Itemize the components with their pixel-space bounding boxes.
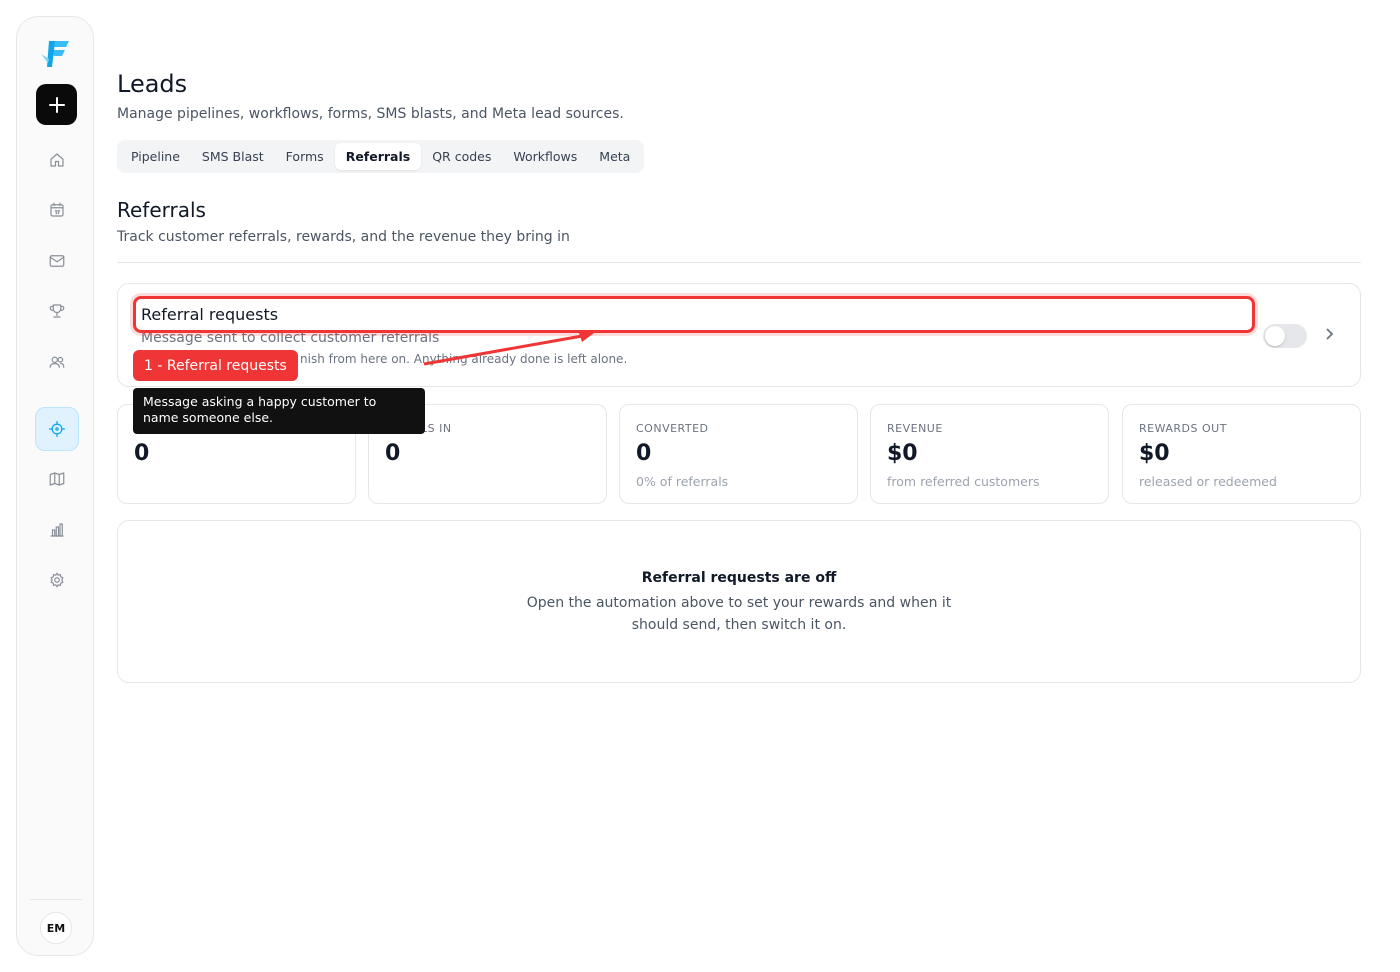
stat-card-rewards-out: REWARDS OUT $0 released or redeemed (1122, 404, 1361, 504)
sidebar-item-rewards[interactable] (35, 289, 79, 333)
stat-value: 0 (385, 441, 401, 466)
stat-value: $0 (1139, 441, 1170, 466)
sidebar-item-leads[interactable] (35, 407, 79, 451)
leads-tabs: Pipeline SMS Blast Forms Referrals QR co… (117, 140, 645, 173)
page-subtitle: Manage pipelines, workflows, forms, SMS … (117, 106, 624, 122)
toggle-knob (1265, 326, 1285, 346)
section-subtitle: Track customer referrals, rewards, and t… (117, 229, 570, 245)
empty-state-panel: Referral requests are off Open the autom… (117, 520, 1361, 683)
sidebar-item-calendar[interactable] (35, 188, 79, 232)
sidebar-item-messages[interactable] (35, 239, 79, 283)
plus-icon (48, 96, 65, 113)
automation-enable-toggle[interactable] (1263, 324, 1307, 348)
empty-state-description: Open the automation above to set your re… (526, 595, 952, 633)
stat-label: REWARDS OUT (1139, 422, 1227, 435)
stat-hint: 0% of referrals (636, 474, 729, 489)
gear-icon (50, 572, 64, 588)
stat-label: REVENUE (887, 422, 943, 435)
sidebar-item-home[interactable] (35, 138, 79, 182)
create-new-button[interactable] (36, 84, 77, 125)
home-icon (50, 153, 64, 167)
section-title: Referrals (117, 198, 206, 222)
stat-card-revenue: REVENUE $0 from referred customers (870, 404, 1109, 504)
sidebar: EM (16, 16, 94, 956)
section-divider (117, 262, 1361, 263)
app-logo-icon[interactable] (39, 37, 73, 69)
mail-icon (49, 255, 65, 267)
annotation-highlight-box (133, 296, 1255, 333)
stat-value: 0 (636, 441, 652, 466)
trophy-icon (49, 304, 65, 318)
tab-qr-codes[interactable]: QR codes (421, 143, 502, 170)
bar-chart-icon (50, 523, 64, 537)
page-title: Leads (117, 70, 188, 98)
user-avatar[interactable]: EM (40, 912, 72, 944)
stat-card-converted: CONVERTED 0 0% of referrals (619, 404, 858, 504)
sidebar-item-map[interactable] (35, 457, 79, 501)
stat-value: 0 (134, 441, 150, 466)
users-icon (49, 356, 65, 368)
stat-hint: from referred customers (887, 474, 1040, 489)
sidebar-divider (30, 899, 82, 900)
tab-sms-blast[interactable]: SMS Blast (191, 143, 275, 170)
sidebar-item-settings[interactable] (35, 558, 79, 602)
chevron-right-icon[interactable] (1322, 326, 1336, 342)
automation-note: nish from here on. Anything already done… (300, 352, 628, 366)
map-icon (49, 472, 65, 486)
empty-state-title: Referral requests are off (641, 570, 837, 586)
tab-pipeline[interactable]: Pipeline (120, 143, 191, 170)
tab-forms[interactable]: Forms (275, 143, 335, 170)
stat-hint: released or redeemed (1139, 474, 1277, 489)
stat-label: CONVERTED (636, 422, 709, 435)
calendar-icon (50, 202, 64, 217)
stat-value: $0 (887, 441, 918, 466)
tab-meta[interactable]: Meta (588, 143, 641, 170)
sidebar-item-reports[interactable] (35, 508, 79, 552)
tab-workflows[interactable]: Workflows (502, 143, 588, 170)
annotation-tooltip: Message asking a happy customer to name … (133, 388, 425, 434)
annotation-tag: 1 - Referral requests (133, 350, 298, 381)
crosshair-icon (48, 420, 66, 438)
tab-referrals[interactable]: Referrals (334, 143, 422, 170)
sidebar-item-contacts[interactable] (35, 340, 79, 384)
